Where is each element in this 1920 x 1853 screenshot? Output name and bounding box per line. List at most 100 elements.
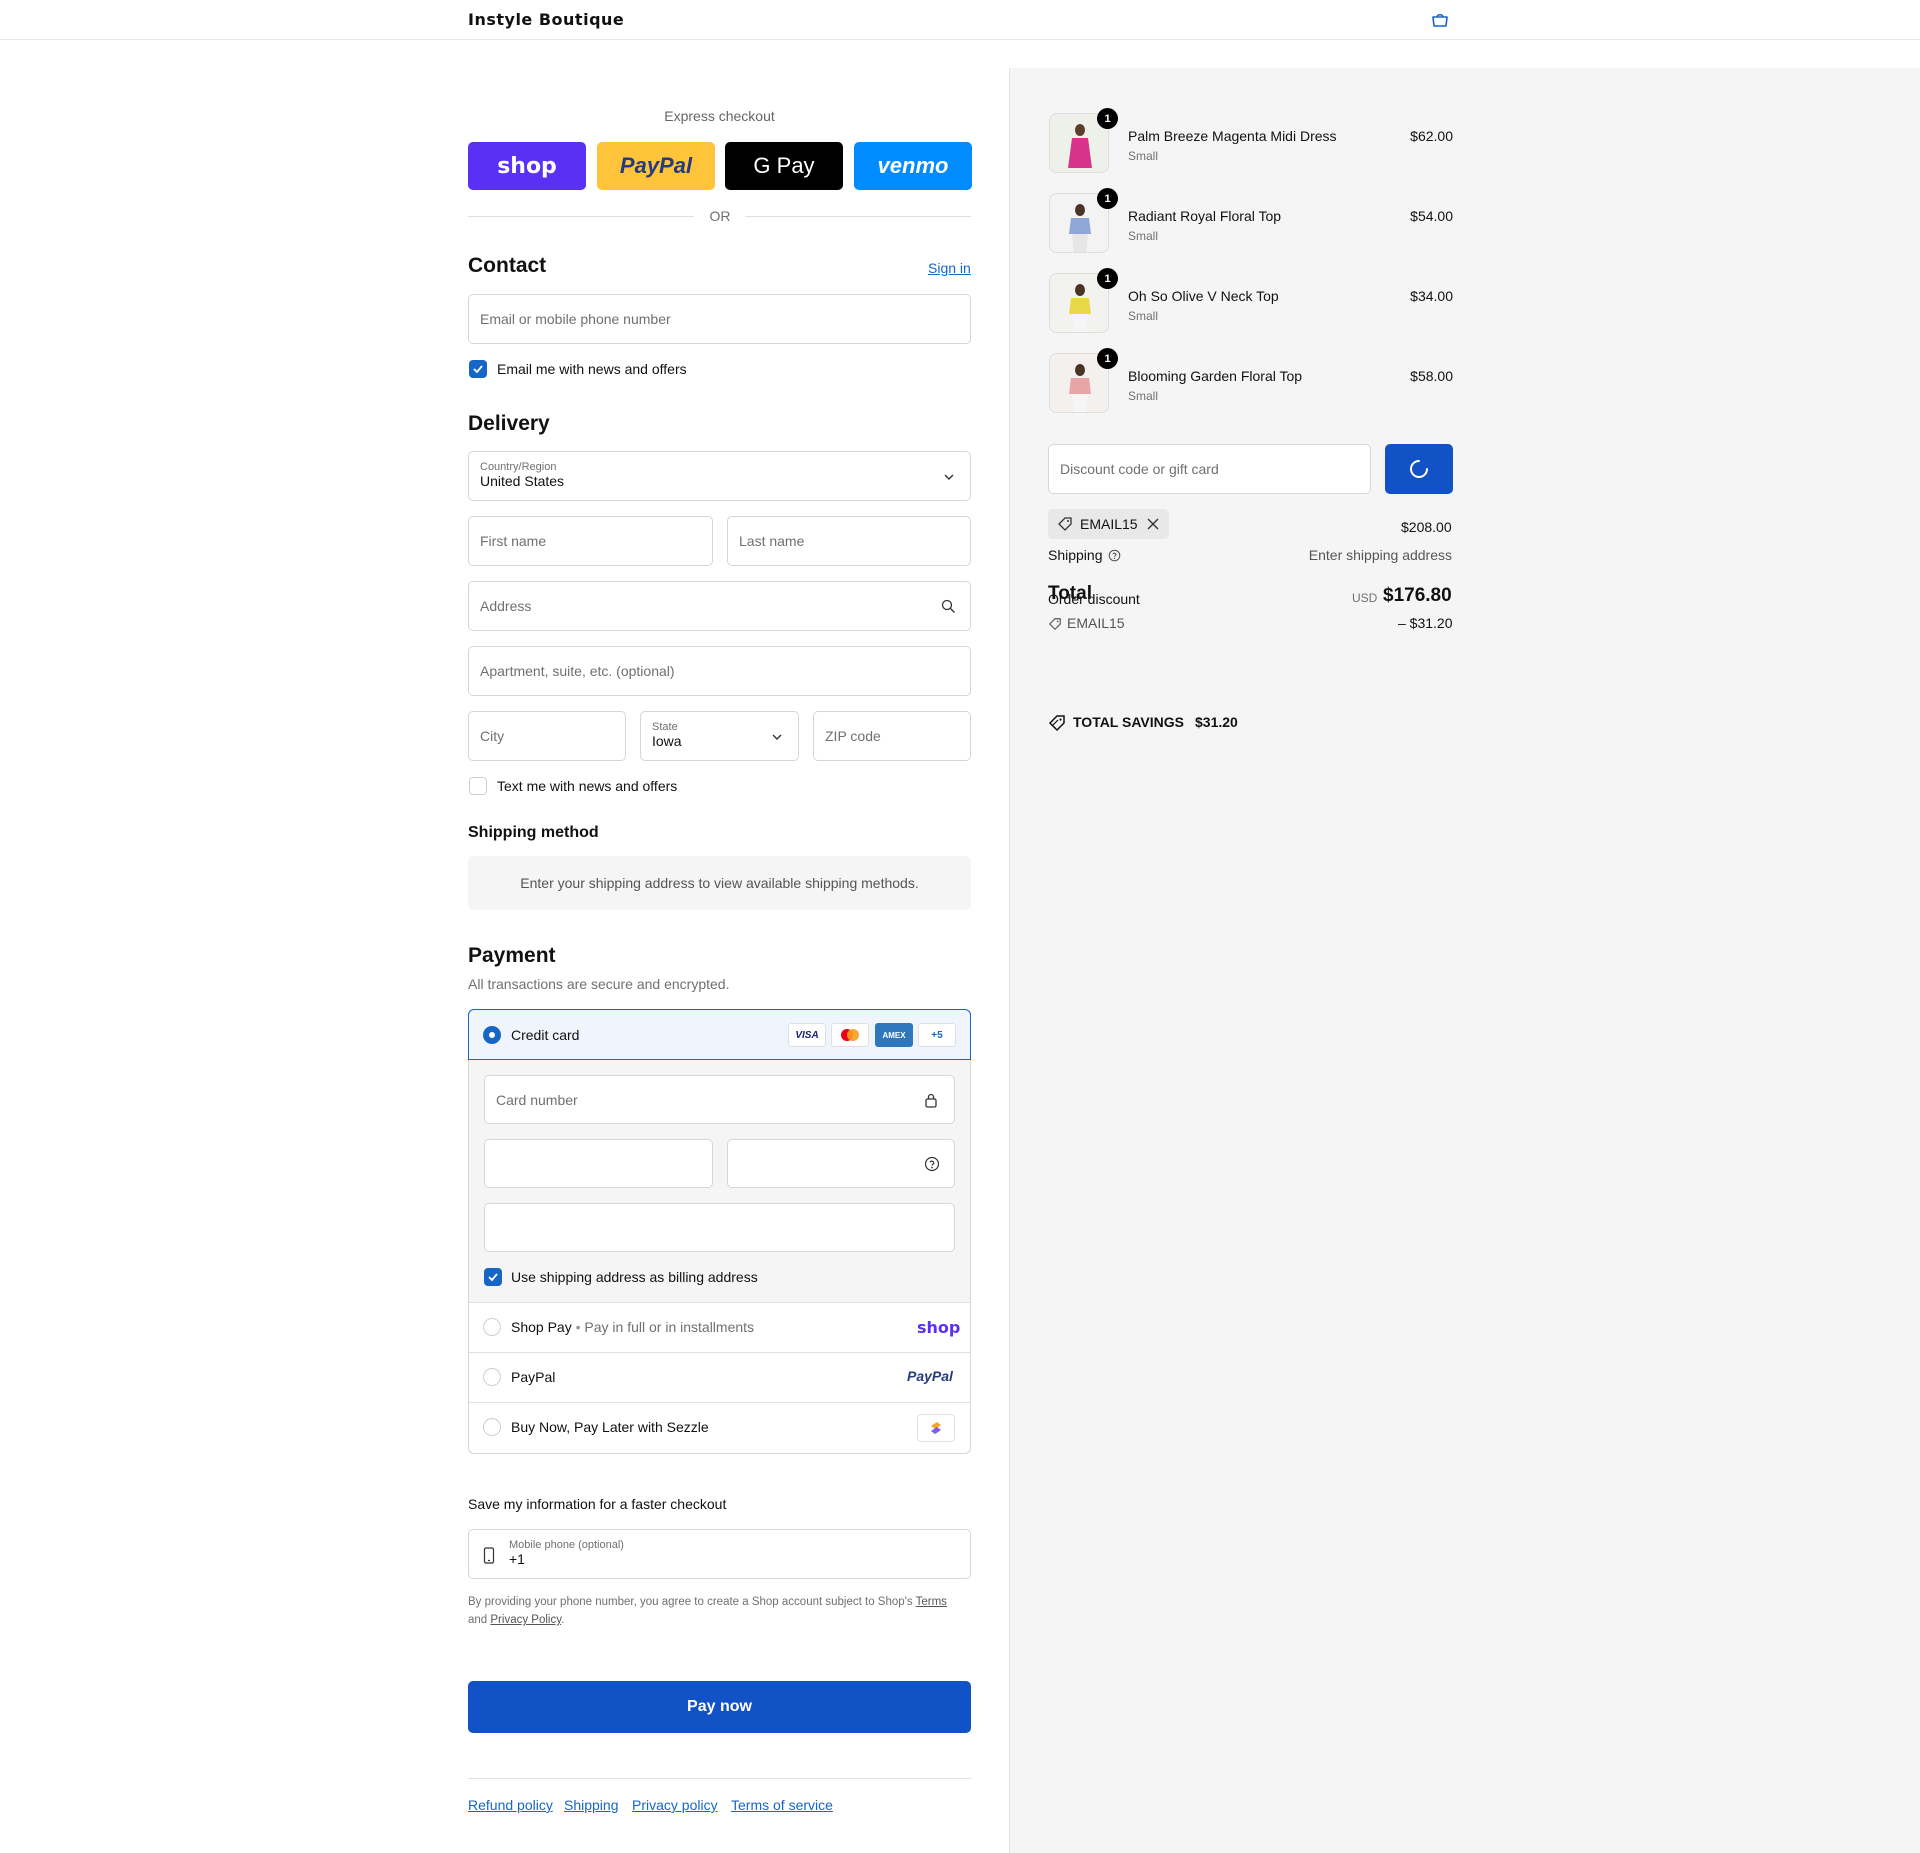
quantity-badge: 1 (1097, 188, 1118, 209)
help-icon[interactable] (1108, 549, 1121, 562)
close-icon[interactable] (1147, 518, 1159, 530)
sms-label: Text me with news and offers (497, 778, 678, 794)
subtotal-value: $208.00 (1401, 519, 1452, 535)
terms-of-service-link[interactable]: Terms of service (731, 1797, 833, 1813)
pay-now-button[interactable]: Pay now (468, 1681, 971, 1733)
product-price: $62.00 (1410, 128, 1453, 144)
sign-in-link[interactable]: Sign in (928, 260, 971, 276)
currency-code: USD (1352, 591, 1378, 605)
venmo-express-button[interactable]: venmo (854, 142, 972, 190)
shipping-method-heading: Shipping method (468, 824, 599, 841)
phone-icon (483, 1547, 495, 1564)
billing-address-checkbox[interactable] (484, 1268, 502, 1286)
country-select[interactable]: Country/Region United States (468, 451, 971, 501)
shipping-link[interactable]: Shipping (564, 1797, 619, 1813)
checkmark-icon (473, 365, 483, 374)
total-label: Total (1048, 583, 1092, 604)
sezzle-radio[interactable] (483, 1418, 501, 1436)
last-name-field[interactable]: Last name (727, 516, 971, 566)
google-pay-express-button[interactable]: G Pay (725, 142, 843, 190)
store-logo[interactable]: Instyle Boutique (468, 10, 624, 29)
sezzle-icon (917, 1414, 955, 1442)
first-name-field[interactable]: First name (468, 516, 713, 566)
tag-icon (1058, 517, 1072, 531)
shop-pay-logo: shop (917, 1318, 961, 1337)
site-header: Instyle Boutique (0, 0, 1920, 40)
order-discount-value: – $31.20 (1398, 615, 1453, 631)
paypal-label: PayPal (511, 1369, 556, 1385)
security-code-field[interactable] (727, 1139, 955, 1188)
newsletter-label: Email me with news and offers (497, 361, 687, 377)
email-field[interactable]: Email or mobile phone number (468, 294, 971, 344)
visa-icon: VISA (788, 1023, 826, 1047)
city-field[interactable]: City (468, 711, 626, 761)
shop-pay-label: Shop Pay • Pay in full or in installment… (511, 1319, 755, 1335)
chevron-down-icon (772, 734, 782, 740)
quantity-badge: 1 (1097, 108, 1118, 129)
quantity-badge: 1 (1097, 268, 1118, 289)
divider (745, 216, 971, 217)
state-select[interactable]: State Iowa (640, 711, 799, 761)
mobile-phone-field[interactable]: Mobile phone (optional) +1 (468, 1529, 971, 1579)
applied-discount-code: EMAIL15 (1080, 516, 1138, 532)
divider (468, 216, 694, 217)
footer-divider (468, 1778, 971, 1779)
contact-heading: Contact (468, 254, 547, 277)
apartment-field[interactable]: Apartment, suite, etc. (optional) (468, 646, 971, 696)
quantity-badge: 1 (1097, 348, 1118, 369)
newsletter-checkbox[interactable] (469, 360, 487, 378)
privacy-policy-link[interactable]: Privacy Policy (490, 1614, 561, 1626)
chevron-down-icon (944, 474, 954, 480)
apply-discount-button[interactable] (1385, 444, 1453, 494)
product-title: Oh So Olive V Neck Top (1128, 288, 1279, 304)
paypal-radio[interactable] (483, 1368, 501, 1386)
discount-code-field[interactable]: Discount code or gift card (1048, 444, 1371, 494)
shop-pay-express-button[interactable]: shop (468, 142, 586, 190)
product-price: $54.00 (1410, 208, 1453, 224)
refund-policy-link[interactable]: Refund policy (468, 1797, 553, 1813)
name-on-card-field[interactable] (484, 1203, 955, 1252)
total-savings-label: TOTAL SAVINGS (1073, 714, 1184, 730)
shopping-bag-icon[interactable] (1430, 10, 1450, 30)
search-icon (941, 599, 955, 613)
privacy-policy-footer-link[interactable]: Privacy policy (632, 1797, 718, 1813)
paypal-express-button[interactable]: PayPal (597, 142, 715, 190)
product-variant: Small (1128, 149, 1159, 163)
mastercard-icon (831, 1023, 869, 1047)
card-number-field[interactable]: Card number (484, 1075, 955, 1124)
shop-pay-radio[interactable] (483, 1318, 501, 1336)
legal-notice: By providing your phone number, you agre… (468, 1596, 947, 1626)
more-cards-badge: +5 (918, 1023, 956, 1047)
terms-link[interactable]: Terms (916, 1596, 947, 1608)
payment-subtitle: All transactions are secure and encrypte… (468, 976, 730, 992)
product-title: Radiant Royal Floral Top (1128, 208, 1282, 224)
product-price: $58.00 (1410, 368, 1453, 384)
lock-icon (925, 1093, 937, 1108)
paypal-logo: PayPal (907, 1368, 953, 1384)
save-info-heading: Save my information for a faster checkou… (468, 1496, 727, 1512)
spinner-icon (1410, 460, 1428, 478)
or-separator: OR (709, 208, 731, 224)
total-savings-value: $31.20 (1195, 714, 1238, 730)
savings-tag-icon (1048, 715, 1065, 732)
sezzle-label: Buy Now, Pay Later with Sezzle (511, 1419, 709, 1435)
amex-icon: AMEX (875, 1023, 913, 1047)
billing-address-label: Use shipping address as billing address (511, 1269, 758, 1285)
delivery-heading: Delivery (468, 412, 550, 435)
address-field[interactable]: Address (468, 581, 971, 631)
product-title: Palm Breeze Magenta Midi Dress (1128, 128, 1337, 144)
product-variant: Small (1128, 389, 1159, 403)
shipping-value: Enter shipping address (1308, 547, 1452, 563)
credit-card-radio[interactable] (483, 1026, 501, 1044)
total-value: $176.80 (1383, 585, 1452, 606)
credit-card-label: Credit card (511, 1027, 580, 1043)
help-icon[interactable] (924, 1156, 940, 1172)
express-checkout-label: Express checkout (664, 108, 775, 124)
product-variant: Small (1128, 309, 1159, 323)
sms-checkbox[interactable] (469, 777, 487, 795)
zip-field[interactable]: ZIP code (813, 711, 971, 761)
product-title: Blooming Garden Floral Top (1128, 368, 1303, 384)
expiration-date-field[interactable] (484, 1139, 713, 1188)
order-summary-panel (1009, 68, 1920, 1853)
tag-icon (1048, 618, 1061, 631)
